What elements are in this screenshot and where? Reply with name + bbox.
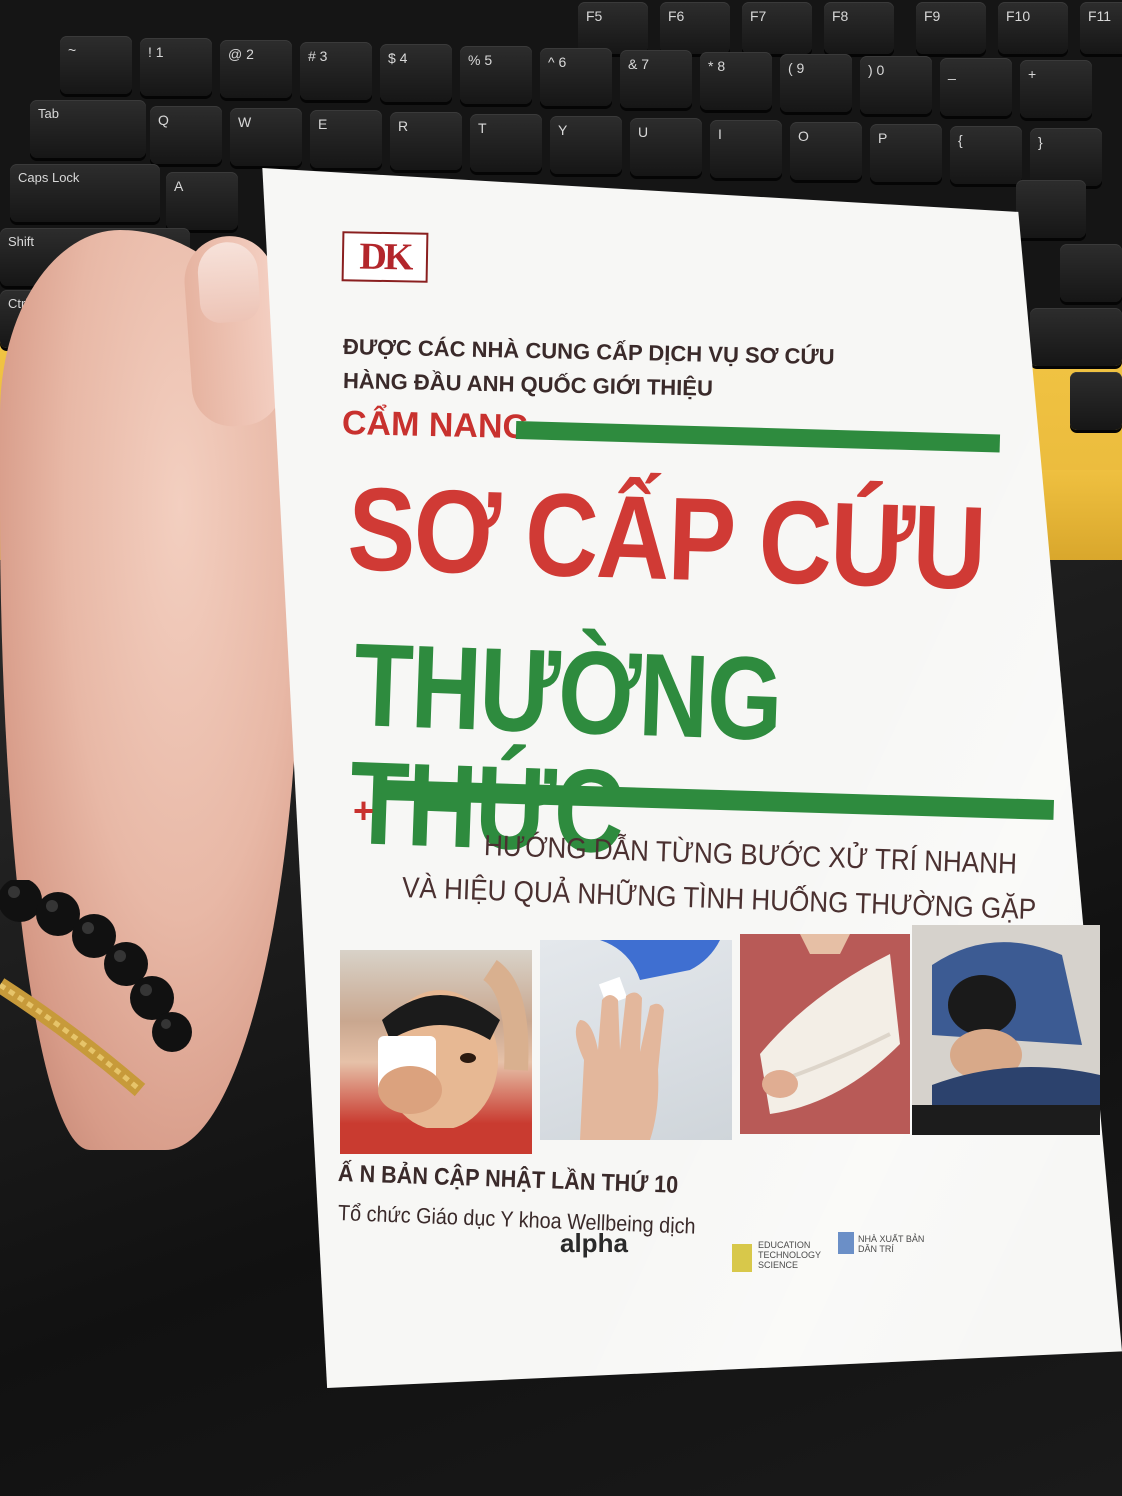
nxb-logo: NHÀ XUẤT BẢN DÂN TRÍ (858, 1234, 925, 1254)
key-num-4: $ 4 (380, 44, 452, 102)
key-menu (1070, 372, 1122, 430)
edu-tech-mark-icon (732, 1244, 752, 1272)
key-caps-lock: Caps Lock (10, 164, 160, 222)
key-q: Q (150, 106, 222, 164)
key-num-11: _ (940, 58, 1012, 116)
key-num-9: ( 9 (780, 54, 852, 112)
key-y: Y (550, 116, 622, 174)
key-r: R (390, 112, 462, 170)
key-num-8: * 8 (700, 52, 772, 110)
key-f11: F11 (1080, 2, 1122, 54)
key-num-7: & 7 (620, 50, 692, 108)
series-label: CẨM NANG (341, 404, 530, 447)
title-line-1: SƠ CẤP CỨU (345, 463, 987, 615)
key-{: { (950, 126, 1022, 184)
key-num-3: # 3 (300, 42, 372, 100)
key-right-shift (1030, 308, 1122, 366)
key-num-1: ! 1 (140, 38, 212, 96)
key-p: P (870, 124, 942, 182)
key-f6: F6 (660, 2, 730, 54)
key-a: A (166, 172, 238, 230)
key-e: E (310, 110, 382, 168)
photo-arm-sling (740, 934, 910, 1134)
nxb-mark-icon (838, 1232, 854, 1254)
plus-icon: + (353, 790, 375, 831)
key-num-5: % 5 (460, 46, 532, 104)
key-num-2: @ 2 (220, 40, 292, 98)
key-o: O (790, 122, 862, 180)
alpha-books-logo: alpha (560, 1228, 628, 1258)
photo-child-eye-pad (340, 950, 532, 1154)
key-f7: F7 (742, 2, 812, 54)
key-num-12: + (1020, 60, 1092, 118)
edu-tech-logo: EDUCATION TECHNOLOGY SCIENCE (758, 1240, 821, 1270)
key-u: U (630, 118, 702, 176)
key-f8: F8 (824, 2, 894, 54)
key-i: I (710, 120, 782, 178)
key-}: } (1030, 128, 1102, 186)
key-f10: F10 (998, 2, 1068, 54)
key-num-6: ^ 6 (540, 48, 612, 106)
dk-logo: DK (341, 231, 429, 283)
key-bracket-right (1016, 180, 1086, 238)
key-num-10: ) 0 (860, 56, 932, 114)
key-backslash (1060, 244, 1122, 302)
key-t: T (470, 114, 542, 172)
key-num-0: ~ (60, 36, 132, 94)
key-tab: Tab (30, 100, 146, 158)
photo-recovery-position (912, 925, 1100, 1135)
key-f5: F5 (578, 2, 648, 54)
key-w: W (230, 108, 302, 166)
photo-gloved-hand (540, 940, 732, 1140)
bead-bracelet (0, 880, 192, 1097)
key-f9: F9 (916, 2, 986, 54)
publisher-logos: alpha EDUCATION TECHNOLOGY SCIENCE NHÀ X… (560, 1230, 930, 1280)
thumbnail (195, 240, 262, 325)
